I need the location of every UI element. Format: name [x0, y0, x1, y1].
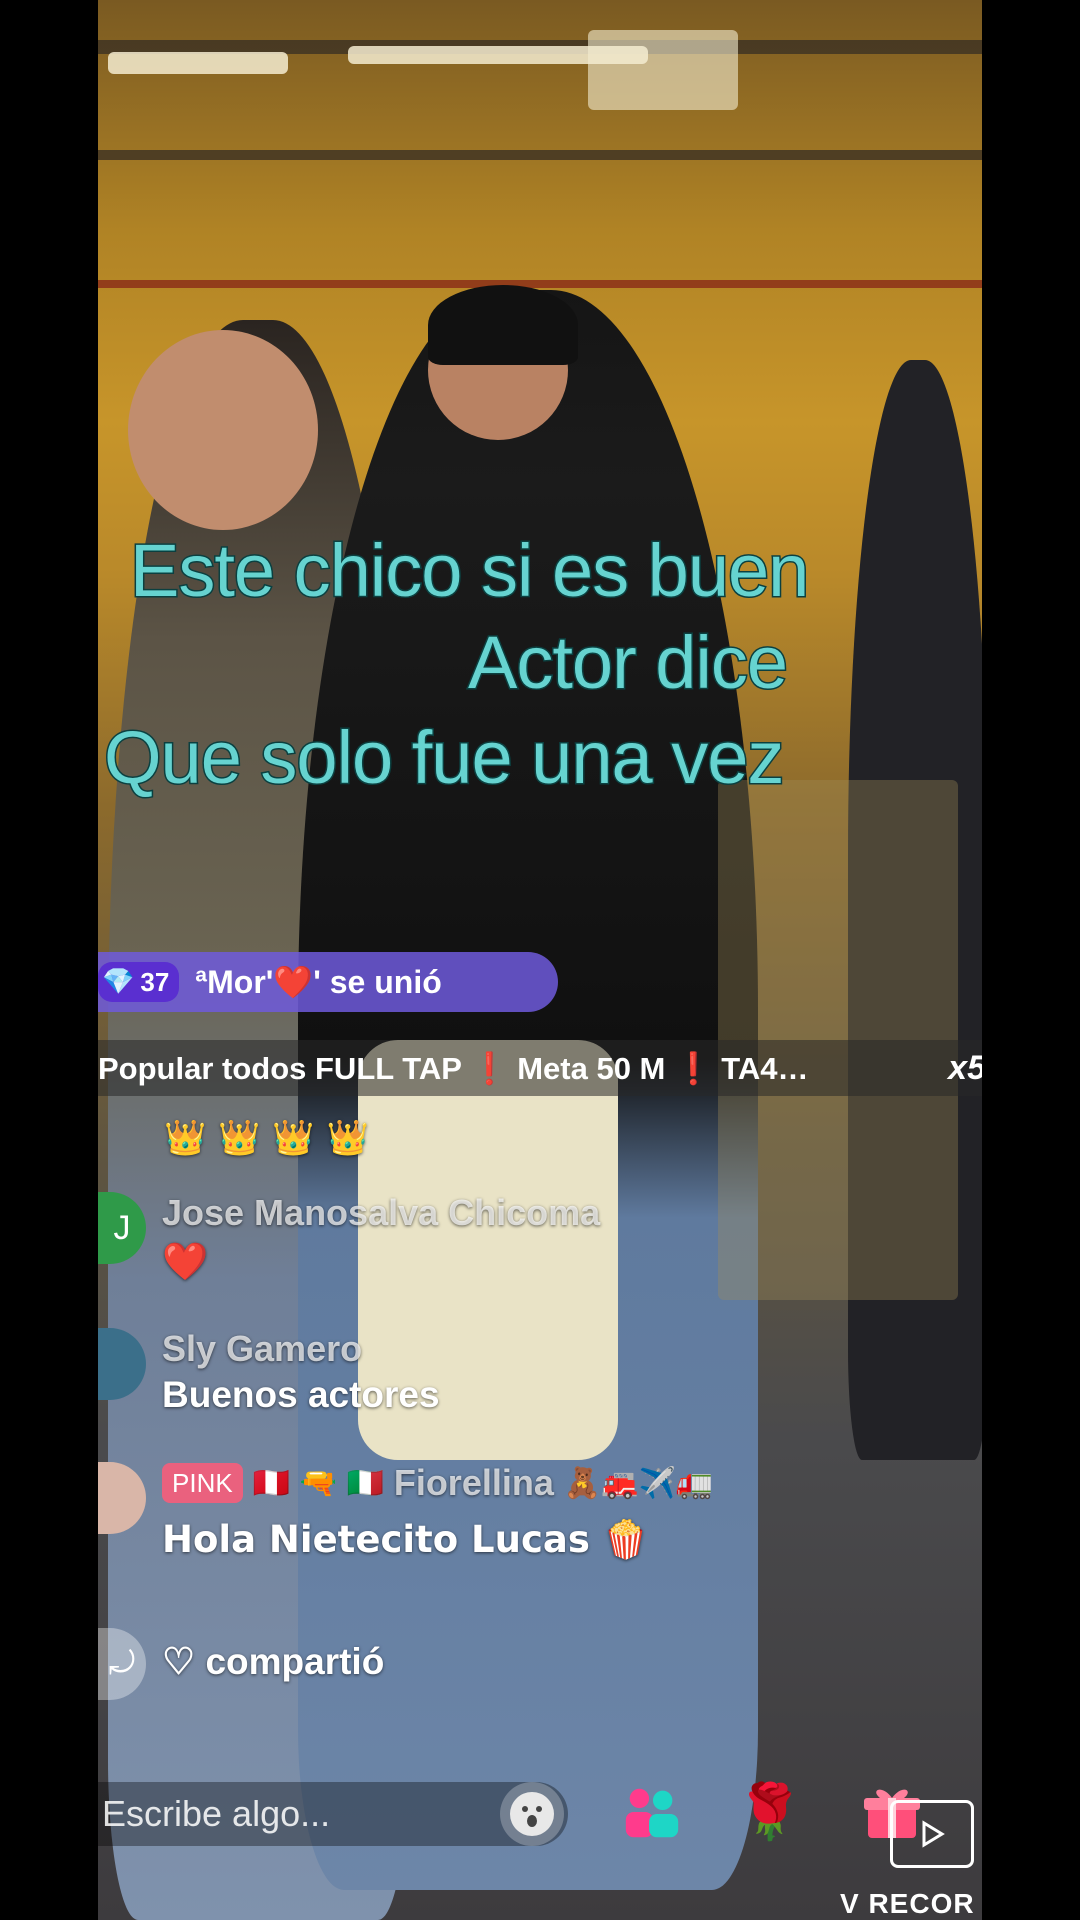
join-text: ªMor'❤️' se unió — [195, 964, 442, 1000]
comment-item: J Jose Manosalva Chicoma ❤️ — [98, 1192, 600, 1284]
comment-item: 👑 👑 👑 👑 — [164, 1118, 369, 1158]
rose-icon: 🌹 — [736, 1780, 804, 1843]
fan-badge: PINK — [162, 1463, 243, 1503]
level-number: 37 — [140, 966, 170, 997]
avatar[interactable] — [98, 1462, 146, 1534]
emoji-button[interactable] — [500, 1782, 564, 1846]
avatar[interactable]: J — [98, 1192, 146, 1264]
comment-item: Sly Gamero Buenos actores — [98, 1328, 440, 1416]
comment-text: Buenos actores — [162, 1374, 440, 1415]
gem-icon: 💎 — [102, 967, 135, 997]
pinned-ticker[interactable]: Popular todos FULL TAP ❗ Meta 50 M ❗ TA4… — [98, 1040, 982, 1096]
rose-gift-button[interactable]: 🌹 — [736, 1780, 804, 1844]
caption-line-2: Actor dice — [466, 620, 789, 706]
comment-item: PINK 🇵🇪 🔫 🇮🇹 Fiorellina 🧸🚒✈️🚛 Hola Niete… — [98, 1462, 713, 1562]
ticker-text: Popular todos FULL TAP ❗ Meta 50 M ❗ TA4… — [98, 1050, 809, 1086]
smiley-icon — [510, 1792, 554, 1836]
ceiling-light — [108, 52, 288, 74]
level-badge: 💎 37 — [98, 962, 180, 1002]
face-left — [128, 330, 318, 530]
comment-text: Hola Nietecito Lucas 🍿 — [162, 1518, 649, 1561]
join-banner: 💎 37 ªMor'❤️' se unió — [98, 952, 558, 1012]
play-icon[interactable] — [890, 1800, 974, 1868]
comment-text: ♡ compartió — [162, 1641, 385, 1682]
comment-placeholder: Escribe algo... — [102, 1793, 331, 1834]
guests-button[interactable] — [620, 1780, 684, 1844]
window-light — [588, 30, 738, 110]
multi-guest-icon — [625, 1788, 679, 1838]
watermark: V RECOR — [840, 1888, 975, 1919]
share-icon: ⤾ — [98, 1628, 146, 1700]
beanie — [428, 285, 578, 365]
comment-input[interactable]: Escribe algo... — [98, 1782, 568, 1846]
comment-item: ⤾ ♡ compartió — [98, 1628, 384, 1700]
badge-label: PINK — [172, 1467, 233, 1498]
comment-text: ❤️ — [162, 1240, 209, 1283]
comment-username[interactable]: Sly Gamero — [162, 1328, 440, 1370]
caption-line-1: Este chico si es buen — [128, 528, 810, 614]
avatar[interactable] — [98, 1328, 146, 1400]
flag-icons: 🇵🇪 🔫 🇮🇹 — [252, 1465, 384, 1501]
caption-line-3: Que solo fue una vez — [102, 715, 785, 801]
comment-text: 👑 👑 👑 👑 — [164, 1118, 369, 1158]
comment-username[interactable]: Jose Manosalva Chicoma — [162, 1192, 600, 1234]
rail — [98, 280, 982, 288]
gift-icons: 🧸🚒✈️🚛 — [563, 1465, 714, 1501]
comment-username[interactable]: Fiorellina — [394, 1462, 554, 1504]
ticker-multiplier: x5 — [948, 1048, 982, 1087]
ceiling-beam — [98, 150, 982, 160]
